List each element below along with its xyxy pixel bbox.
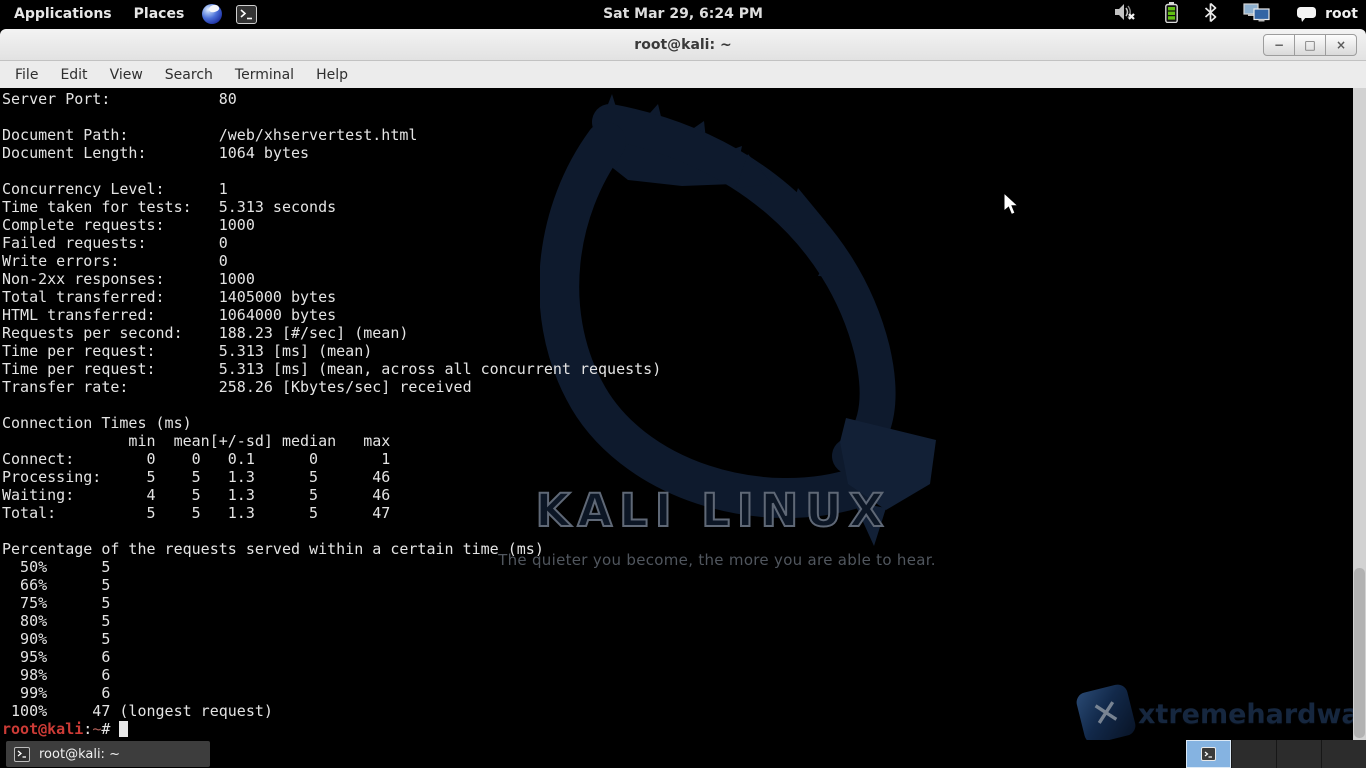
- window-title: root@kali: ~: [634, 37, 731, 53]
- menu-edit[interactable]: Edit: [49, 64, 98, 86]
- workspace-terminal-icon: [1201, 747, 1216, 761]
- workspace-4[interactable]: [1321, 740, 1366, 768]
- user-menu[interactable]: root: [1296, 6, 1358, 23]
- shell-prompt: root@kali:~#: [2, 720, 1353, 738]
- volume-muted-icon[interactable]: [1115, 3, 1139, 25]
- workspace-switcher: [1186, 740, 1366, 768]
- places-menu[interactable]: Places: [130, 4, 189, 24]
- menu-search[interactable]: Search: [154, 64, 224, 86]
- workspace-1[interactable]: [1186, 740, 1231, 768]
- bottom-panel: root@kali: ~: [0, 740, 1366, 768]
- prompt-separator: :: [83, 720, 92, 738]
- close-button[interactable]: ×: [1325, 34, 1357, 56]
- prompt-cwd: ~: [92, 720, 101, 738]
- workspace-2[interactable]: [1231, 740, 1276, 768]
- network-icon[interactable]: [1243, 3, 1270, 26]
- terminal-window: root@kali: ~ − □ × File Edit View Search…: [0, 29, 1366, 740]
- menu-terminal[interactable]: Terminal: [224, 64, 305, 86]
- top-panel: Applications Places Sat Mar 29, 6:24 PM: [0, 0, 1366, 28]
- terminal-launcher-icon[interactable]: [236, 5, 257, 24]
- minimize-button[interactable]: −: [1263, 34, 1295, 56]
- notification-bubble-icon: [1296, 6, 1317, 23]
- taskbar-window-label: root@kali: ~: [39, 747, 120, 762]
- menu-help[interactable]: Help: [305, 64, 359, 86]
- maximize-button[interactable]: □: [1294, 34, 1326, 56]
- bluetooth-icon[interactable]: [1204, 3, 1217, 26]
- terminal-text-area[interactable]: Server Port: 80 Document Path: /web/xhse…: [0, 88, 1353, 740]
- workspace-3[interactable]: [1276, 740, 1321, 768]
- menu-file[interactable]: File: [4, 64, 49, 86]
- user-label: root: [1325, 6, 1358, 22]
- prompt-user-host: root@kali: [2, 720, 83, 738]
- menu-view[interactable]: View: [99, 64, 154, 86]
- terminal-cursor: [119, 721, 128, 737]
- window-titlebar[interactable]: root@kali: ~ − □ ×: [0, 29, 1366, 61]
- applications-menu[interactable]: Applications: [10, 4, 116, 24]
- scrollbar-thumb[interactable]: [1354, 568, 1365, 738]
- prompt-symbol: #: [101, 720, 110, 738]
- iceweasel-icon[interactable]: [202, 4, 222, 24]
- clock[interactable]: Sat Mar 29, 6:24 PM: [603, 6, 763, 22]
- terminal-scrollbar[interactable]: [1353, 88, 1366, 740]
- terminal-window-icon: [14, 747, 30, 762]
- terminal-content[interactable]: KALI LINUX The quieter you become, the m…: [0, 88, 1366, 740]
- ab-benchmark-output: Server Port: 80 Document Path: /web/xhse…: [2, 90, 1353, 720]
- terminal-menubar: File Edit View Search Terminal Help: [0, 61, 1366, 88]
- window-controls: − □ ×: [1263, 34, 1357, 56]
- mouse-cursor: [1003, 192, 1020, 216]
- taskbar-window-button[interactable]: root@kali: ~: [6, 741, 210, 767]
- battery-icon[interactable]: [1165, 2, 1178, 27]
